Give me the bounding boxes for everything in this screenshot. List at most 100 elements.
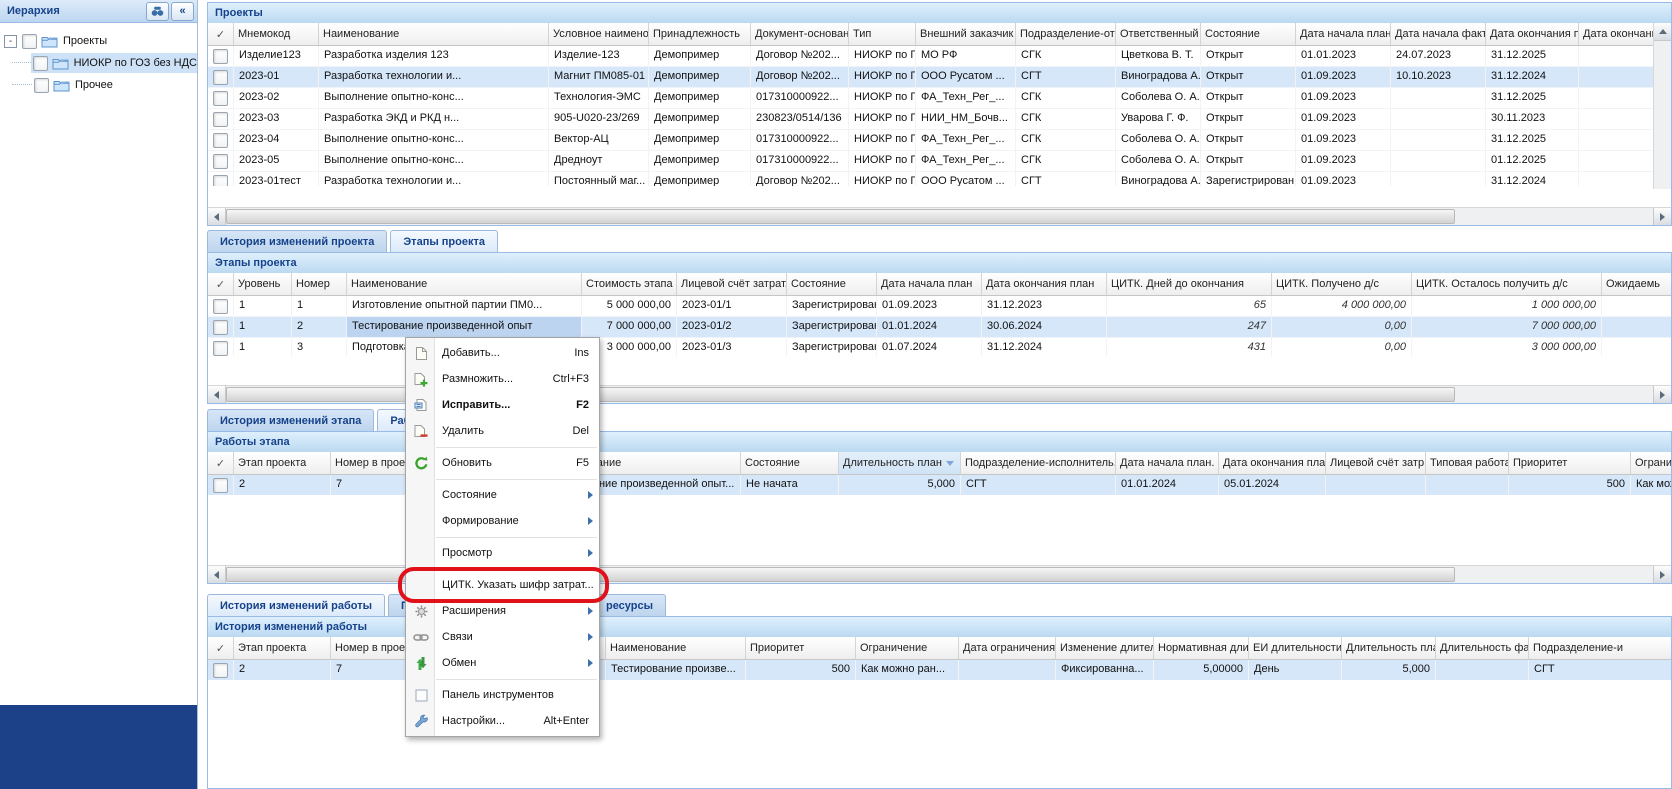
scroll-left-button[interactable]	[208, 566, 226, 583]
menu-item-settings[interactable]: Настройки...Alt+Enter	[406, 708, 599, 734]
menu-item-extensions[interactable]: Расширения	[406, 598, 599, 624]
row-checkbox[interactable]	[213, 154, 228, 169]
column-header[interactable]: Дата начала план.	[1116, 452, 1219, 474]
column-header[interactable]: Состояние	[741, 452, 839, 474]
scroll-right-button[interactable]	[1653, 386, 1671, 403]
tree-expander-icon[interactable]: -	[4, 35, 17, 48]
projects-vertical-scrollbar[interactable]	[1653, 23, 1671, 189]
column-header[interactable]: Длительность фак	[1436, 637, 1529, 659]
column-header[interactable]: Номер	[292, 273, 347, 295]
column-header[interactable]: Дата ограничения	[959, 637, 1056, 659]
row-checkbox[interactable]	[213, 341, 228, 356]
column-header[interactable]: Принадлежность	[649, 23, 751, 45]
row-checkbox[interactable]	[213, 478, 228, 493]
menu-item-citk-cost-code[interactable]: ЦИТК. Указать шифр затрат...	[406, 572, 599, 598]
column-header[interactable]: Дата окончания п	[1486, 23, 1579, 45]
menu-item-refresh[interactable]: ОбновитьF5	[406, 450, 599, 476]
column-header[interactable]: Дата окончания план	[1219, 452, 1326, 474]
column-header[interactable]: Длительность план	[839, 452, 961, 474]
column-header[interactable]: ✓	[208, 452, 234, 474]
column-header[interactable]: Дата окончания	[1579, 23, 1654, 45]
column-header[interactable]: Стоимость этапа	[582, 273, 677, 295]
column-header[interactable]: Лицевой счёт затрат.	[677, 273, 787, 295]
menu-item-links[interactable]: Связи	[406, 624, 599, 650]
tree-checkbox[interactable]	[33, 56, 48, 71]
projects-horizontal-scrollbar[interactable]	[208, 207, 1671, 225]
column-header[interactable]: Наименование	[606, 637, 746, 659]
column-header[interactable]: Состояние	[787, 273, 877, 295]
menu-item-duplicate[interactable]: Размножить...Ctrl+F3	[406, 366, 599, 392]
search-binoculars-button[interactable]	[146, 2, 169, 21]
column-header[interactable]: Наименование	[347, 273, 582, 295]
column-header[interactable]: Лицевой счёт затр	[1326, 452, 1426, 474]
column-header[interactable]: Состояние	[1201, 23, 1296, 45]
column-header[interactable]: Дата начала план.	[1296, 23, 1391, 45]
tree-checkbox[interactable]	[34, 78, 49, 93]
table-row[interactable]: 2023-04Выполнение опытно-конс...Вектор-А…	[208, 130, 1654, 151]
column-header[interactable]: Ограничение	[1631, 452, 1671, 474]
column-header[interactable]: Тип	[849, 23, 916, 45]
table-row[interactable]: 12Тестирование произведенной опыт7 000 0…	[208, 317, 1671, 338]
column-header[interactable]: Документ-основан	[751, 23, 849, 45]
tree-item[interactable]: -Проекты	[0, 30, 197, 52]
menu-item-view[interactable]: Просмотр	[406, 540, 599, 566]
row-checkbox[interactable]	[213, 133, 228, 148]
row-checkbox[interactable]	[213, 663, 228, 678]
row-checkbox[interactable]	[213, 91, 228, 106]
column-header[interactable]: ЦИТК. Дней до окончания	[1107, 273, 1272, 295]
row-checkbox[interactable]	[213, 112, 228, 127]
column-header[interactable]: Ожидаемь	[1602, 273, 1671, 295]
column-header[interactable]: Подразделение-от	[1016, 23, 1116, 45]
tab-2[interactable]: Этапы проекта	[390, 230, 498, 252]
column-header[interactable]: Уровень	[234, 273, 292, 295]
column-header[interactable]: Дата начала план	[877, 273, 982, 295]
tree-item[interactable]: Прочее	[0, 74, 197, 96]
column-header[interactable]: ЦИТК. Получено д/с	[1272, 273, 1412, 295]
column-header[interactable]: Мнемокод	[234, 23, 319, 45]
tree-checkbox[interactable]	[22, 34, 37, 49]
column-header[interactable]: ✓	[208, 637, 234, 659]
scroll-right-button[interactable]	[1653, 566, 1671, 583]
tree-item[interactable]: НИОКР по ГОЗ без НДС	[0, 52, 197, 74]
tab-1[interactable]: История изменений работы	[207, 594, 385, 616]
collapse-sidebar-button[interactable]: «	[171, 2, 194, 21]
column-header[interactable]: Нормативная длит	[1154, 637, 1249, 659]
column-header[interactable]: Приоритет	[746, 637, 856, 659]
column-header[interactable]: Условное наименова	[549, 23, 649, 45]
column-header[interactable]: Длительность пла	[1342, 637, 1436, 659]
column-header[interactable]: ЕИ длительности	[1249, 637, 1342, 659]
scroll-up-button[interactable]	[1654, 23, 1671, 41]
menu-item-state[interactable]: Состояние	[406, 482, 599, 508]
column-header[interactable]: Наименование	[319, 23, 549, 45]
menu-item-add[interactable]: Добавить...Ins	[406, 340, 599, 366]
row-checkbox[interactable]	[213, 299, 228, 314]
menu-item-toolbar[interactable]: Панель инструментов	[406, 682, 599, 708]
column-header[interactable]: ✓	[208, 273, 234, 295]
column-header[interactable]: ✓	[208, 23, 234, 45]
table-row[interactable]: 11Изготовление опытной партии ПМ0...5 00…	[208, 296, 1671, 317]
column-header[interactable]: Этап проекта	[234, 452, 331, 474]
menu-item-formation[interactable]: Формирование	[406, 508, 599, 534]
table-row[interactable]: 2023-05Выполнение опытно-конс...Дредноут…	[208, 151, 1654, 172]
column-header[interactable]: Дата начала факт.	[1391, 23, 1486, 45]
scroll-right-button[interactable]	[1653, 208, 1671, 225]
column-header[interactable]: Подразделение-исполнитель..	[961, 452, 1116, 474]
row-checkbox[interactable]	[213, 49, 228, 64]
table-row[interactable]: 2023-03Разработка ЭКД и РКД н...905-U020…	[208, 109, 1654, 130]
column-header[interactable]: Этап проекта	[234, 637, 331, 659]
scrollbar-thumb[interactable]	[226, 209, 1455, 224]
column-header[interactable]: Приоритет	[1509, 452, 1631, 474]
menu-item-exchange[interactable]: Обмен	[406, 650, 599, 676]
row-checkbox[interactable]	[213, 70, 228, 85]
table-row[interactable]: 2023-01Разработка технологии и...Магнит …	[208, 67, 1654, 88]
row-checkbox[interactable]	[213, 320, 228, 335]
column-header[interactable]: Ответственный	[1116, 23, 1201, 45]
column-header[interactable]: Подразделение-и	[1529, 637, 1671, 659]
column-header[interactable]: Дата окончания план	[982, 273, 1107, 295]
column-header[interactable]: Типовая работа	[1426, 452, 1509, 474]
table-row[interactable]: Изделие123Разработка изделия 123Изделие-…	[208, 46, 1654, 67]
table-row[interactable]: 2023-01тестРазработка технологии и...Пос…	[208, 172, 1654, 186]
column-header[interactable]: ЦИТК. Осталось получить д/с	[1412, 273, 1602, 295]
column-header[interactable]: Изменение длител	[1056, 637, 1154, 659]
column-header[interactable]: Внешний заказчик	[916, 23, 1016, 45]
